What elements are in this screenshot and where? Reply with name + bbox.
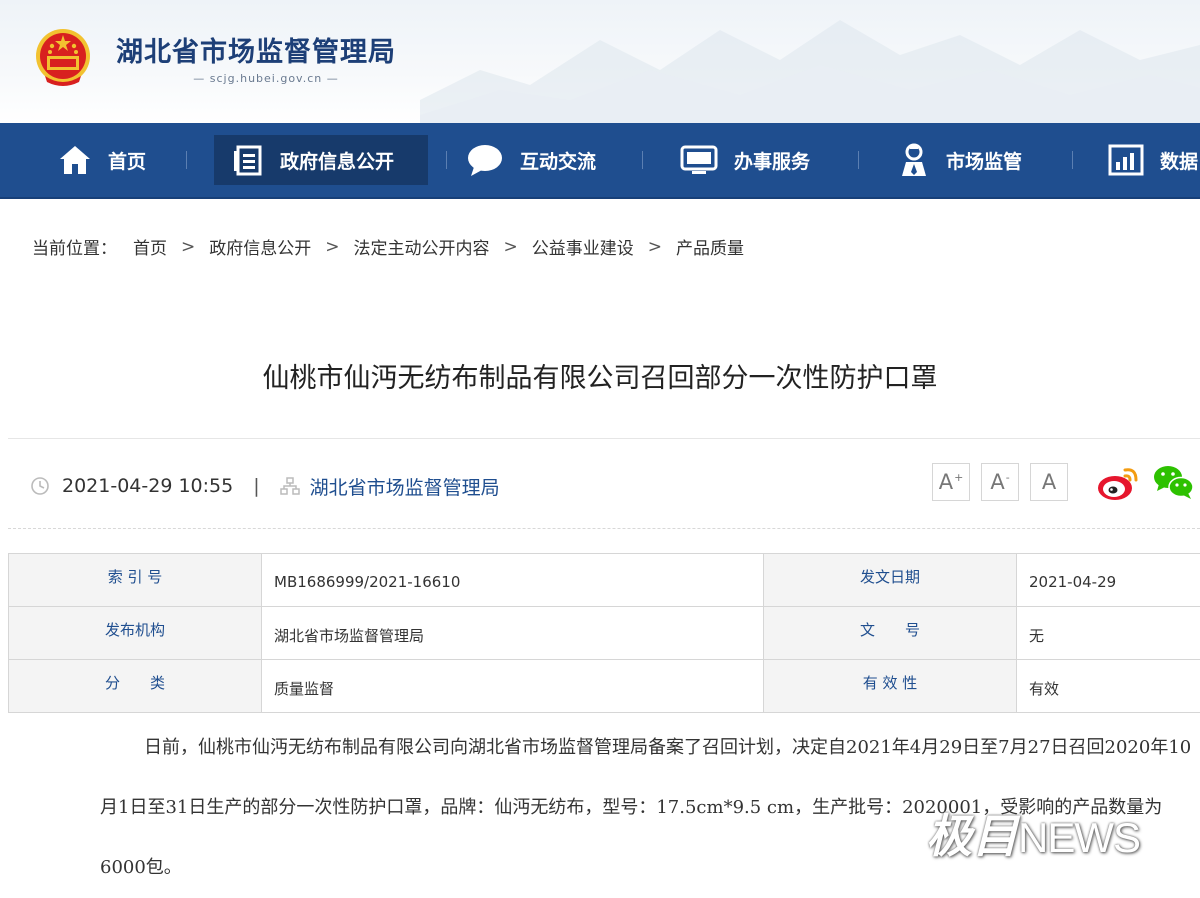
inspector-icon (898, 142, 930, 178)
nav-item-label: 市场监管 (946, 147, 1022, 174)
index-number-value: MB1686999/2021-16610 (262, 554, 764, 607)
breadcrumb-link-gov-info[interactable]: 政府信息公开 (209, 234, 311, 259)
document-list-icon (232, 144, 264, 176)
nav-item-data[interactable]: 数据 (1108, 135, 1198, 185)
breadcrumb: 当前位置： 首页 > 政府信息公开 > 法定主动公开内容 > 公益事业建设 > … (32, 234, 744, 259)
mountain-backdrop (420, 0, 1200, 123)
breadcrumb-separator: > (504, 237, 518, 257)
jimu-news-watermark: 极目 NEWS (926, 800, 1140, 860)
site-title[interactable]: 湖北省市场监督管理局 (116, 30, 396, 69)
nav-item-interaction[interactable]: 互动交流 (466, 135, 596, 185)
breadcrumb-label: 当前位置： (32, 234, 117, 259)
watermark-cn: 极目 (926, 800, 1018, 866)
publish-datetime: 2021-04-29 10:55 (62, 475, 233, 497)
issue-date-label: 发文日期 (764, 554, 1017, 607)
clock-icon (30, 476, 50, 496)
meta-separator: | (253, 475, 259, 497)
category-value: 质量监督 (262, 660, 764, 713)
monitor-icon (680, 144, 718, 176)
validity-value: 有效 (1017, 660, 1200, 713)
site-domain: — scjg.hubei.gov.cn — (118, 72, 414, 85)
site-header: 湖北省市场监督管理局 — scjg.hubei.gov.cn — (0, 0, 1200, 123)
nav-divider (642, 151, 643, 169)
table-row: 发布机构 湖北省市场监督管理局 文 号 无 (9, 607, 1200, 660)
nav-divider (446, 151, 447, 169)
doc-number-value: 无 (1017, 607, 1200, 660)
nav-item-label: 互动交流 (520, 147, 596, 174)
table-row: 索 引 号 MB1686999/2021-16610 发文日期 2021-04-… (9, 554, 1200, 607)
nav-divider (186, 151, 187, 169)
nav-item-label: 数据 (1160, 147, 1198, 174)
nav-item-services[interactable]: 办事服务 (680, 135, 810, 185)
breadcrumb-link-statutory[interactable]: 法定主动公开内容 (354, 234, 490, 259)
nav-divider (1072, 151, 1073, 169)
nav-item-gov-info[interactable]: 政府信息公开 (214, 135, 428, 185)
table-row: 分 类 质量监督 有 效 性 有效 (9, 660, 1200, 713)
national-emblem-icon (31, 26, 95, 90)
bar-chart-icon (1108, 144, 1144, 176)
breadcrumb-link-public-welfare[interactable]: 公益事业建设 (532, 234, 634, 259)
font-increase-button[interactable]: A+ (932, 463, 970, 501)
nav-item-label: 政府信息公开 (280, 147, 394, 174)
breadcrumb-link-product-quality[interactable]: 产品质量 (676, 234, 744, 259)
doc-number-label: 文 号 (764, 607, 1017, 660)
weibo-icon[interactable] (1096, 462, 1140, 502)
home-icon (58, 143, 92, 177)
validity-label: 有 效 性 (764, 660, 1017, 713)
font-decrease-button[interactable]: A- (981, 463, 1019, 501)
index-number-label: 索 引 号 (9, 554, 262, 607)
article-title: 仙桃市仙沔无纺布制品有限公司召回部分一次性防护口罩 (0, 356, 1200, 395)
nav-item-market-supervision[interactable]: 市场监管 (898, 135, 1022, 185)
category-label: 分 类 (9, 660, 262, 713)
article-meta: 2021-04-29 10:55 | 湖北省市场监督管理局 (30, 470, 500, 502)
nav-divider (858, 151, 859, 169)
breadcrumb-separator: > (325, 237, 339, 257)
nav-item-label: 首页 (108, 147, 146, 174)
breadcrumb-link-home[interactable]: 首页 (133, 234, 167, 259)
main-nav: 首页 政府信息公开 互动交流 办事服务 (0, 123, 1200, 199)
issue-date-value: 2021-04-29 (1017, 554, 1200, 607)
document-info-table: 索 引 号 MB1686999/2021-16610 发文日期 2021-04-… (8, 553, 1200, 713)
watermark-en: NEWS (1018, 814, 1140, 862)
org-chart-icon (280, 476, 300, 496)
chat-bubble-icon (466, 143, 504, 177)
wechat-icon[interactable] (1152, 462, 1196, 502)
breadcrumb-separator: > (181, 237, 195, 257)
nav-item-home[interactable]: 首页 (58, 135, 146, 185)
publisher-link[interactable]: 湖北省市场监督管理局 (310, 473, 500, 500)
divider (8, 528, 1200, 529)
divider (8, 438, 1200, 439)
issuing-agency-label: 发布机构 (9, 607, 262, 660)
nav-item-label: 办事服务 (734, 147, 810, 174)
breadcrumb-separator: > (648, 237, 662, 257)
issuing-agency-value: 湖北省市场监督管理局 (262, 607, 764, 660)
font-reset-button[interactable]: A (1030, 463, 1068, 501)
